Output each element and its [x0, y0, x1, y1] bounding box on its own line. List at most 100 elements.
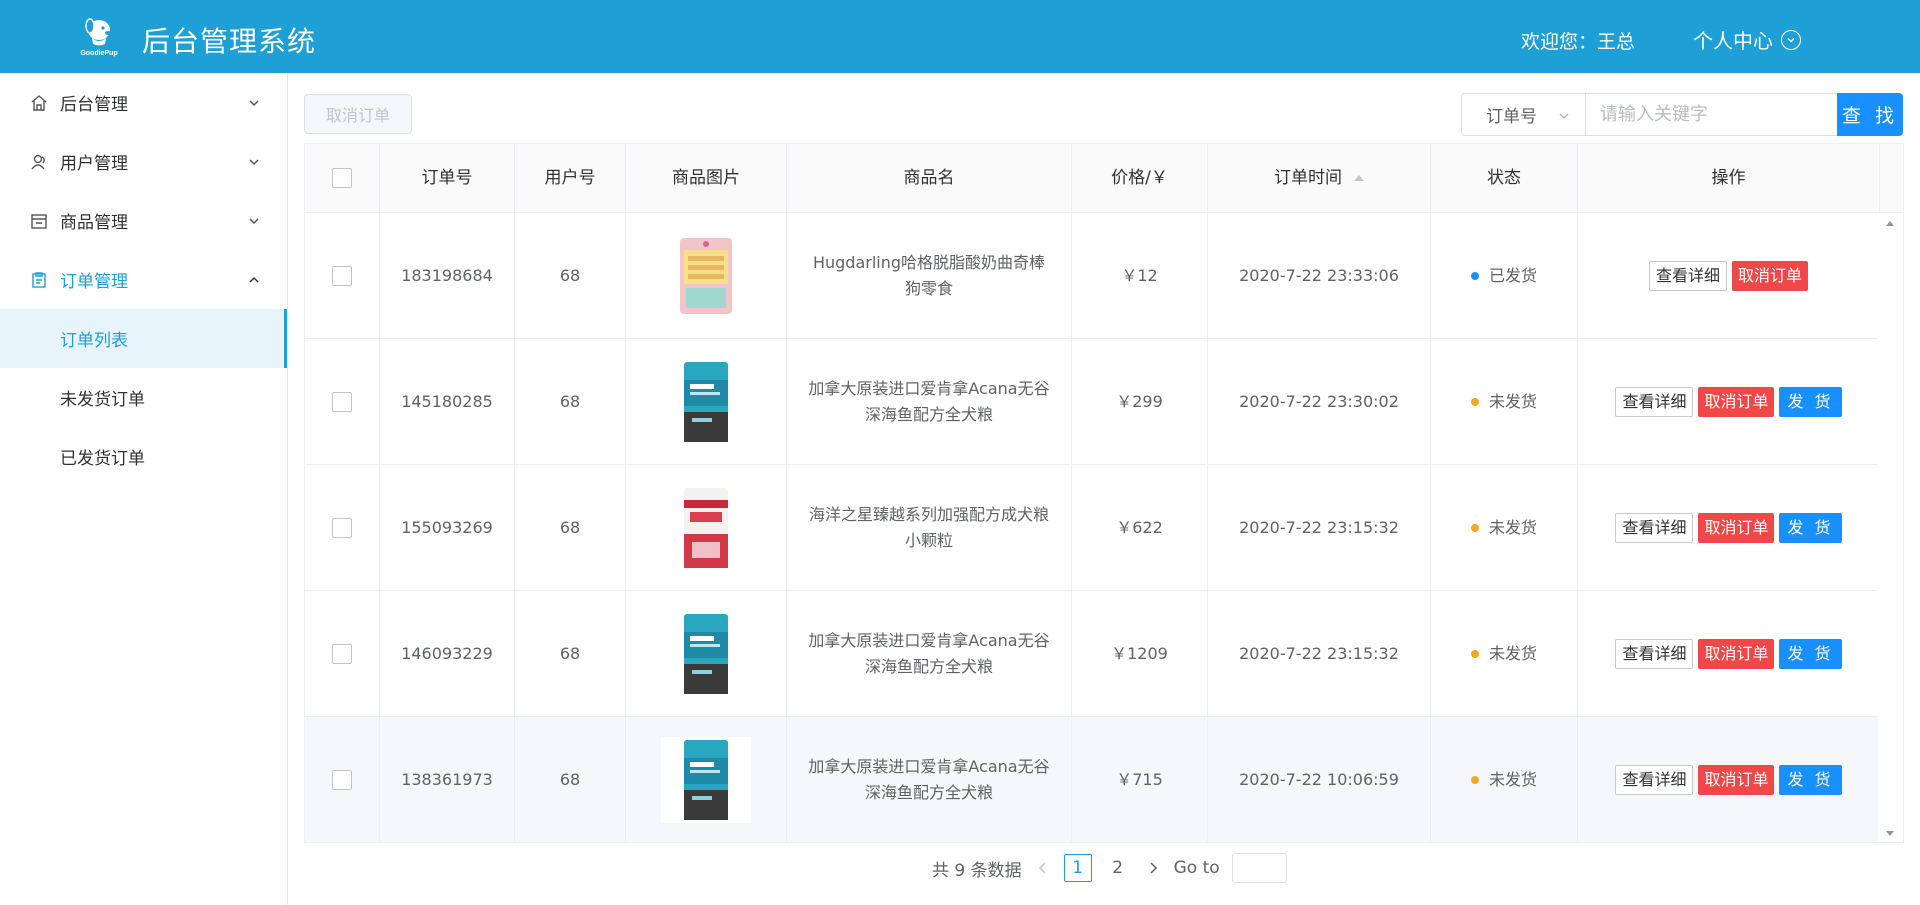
view-detail-button[interactable]: 查看详细: [1615, 386, 1694, 417]
goto-page-input[interactable]: [1231, 853, 1287, 883]
search-button[interactable]: 查 找: [1837, 93, 1903, 136]
column-header-time-label: 订单时间: [1274, 168, 1342, 188]
page-button-1[interactable]: 1: [1063, 854, 1092, 882]
table-row[interactable]: 183198684 68 Hugdarling哈格脱脂酸奶曲奇棒狗零食 ￥12 2020…: [305, 213, 1903, 339]
status-text: 未发货: [1488, 769, 1537, 789]
sidebar-subitem-shipped[interactable]: 已发货订单: [0, 427, 287, 486]
cancel-order-button[interactable]: 取消订单: [1698, 386, 1775, 417]
product-image[interactable]: [661, 359, 751, 445]
cancel-order-button[interactable]: 取消订单: [1698, 512, 1775, 543]
search-field-value: 订单号: [1486, 107, 1537, 127]
actions-cell: 查看详细 取消订单: [1578, 213, 1880, 338]
product-image[interactable]: [661, 485, 751, 571]
row-checkbox[interactable]: [332, 265, 352, 286]
app-title: 后台管理系统: [142, 25, 317, 58]
table-row[interactable]: 145180285 68 加拿大原装进口爱肯拿Acana无谷深海鱼配方全犬粮 ￥299…: [305, 339, 1903, 465]
status-dot-icon: [1470, 271, 1479, 280]
row-select-cell: [305, 717, 380, 842]
next-page-icon[interactable]: [1144, 859, 1162, 877]
user-id-cell: 68: [515, 213, 626, 338]
product-name-cell: 加拿大原装进口爱肯拿Acana无谷深海鱼配方全犬粮: [787, 717, 1072, 842]
product-name-cell: 加拿大原装进口爱肯拿Acana无谷深海鱼配方全犬粮: [787, 339, 1072, 464]
chevron-down-icon: [1781, 29, 1801, 50]
column-header-user-id: 用户号: [515, 144, 626, 212]
price-cell: ￥622: [1072, 465, 1208, 590]
user-id-cell: 68: [515, 465, 626, 590]
status-dot-icon: [1470, 649, 1479, 658]
cancel-order-button[interactable]: 取消订单: [1698, 638, 1775, 669]
sidebar-item-label: 商品管理: [60, 213, 128, 233]
product-name-cell: 海洋之星臻越系列加强配方成犬粮小颗粒: [787, 465, 1072, 590]
user-id-cell: 68: [515, 339, 626, 464]
row-actions: 查看详细 取消订单发 货: [1615, 386, 1842, 417]
sidebar-subitem-unshipped[interactable]: 未发货订单: [0, 368, 287, 427]
column-header-image: 商品图片: [626, 144, 787, 212]
ship-order-button[interactable]: 发 货: [1779, 764, 1842, 795]
row-checkbox[interactable]: [332, 517, 352, 538]
column-header-actions: 操作: [1578, 144, 1880, 212]
sort-ascending-icon[interactable]: [1354, 175, 1364, 181]
batch-cancel-button[interactable]: 取消订单: [304, 94, 412, 134]
product-image[interactable]: [661, 736, 751, 823]
row-checkbox[interactable]: [332, 643, 352, 664]
product-image[interactable]: [661, 233, 751, 319]
scroll-down-icon[interactable]: [1886, 831, 1894, 836]
view-detail-button[interactable]: 查看详细: [1615, 638, 1694, 669]
table-row[interactable]: 138361973 68 加拿大原装进口爱肯拿Acana无谷深海鱼配方全犬粮 ￥715…: [305, 717, 1903, 842]
scroll-up-icon[interactable]: [1886, 221, 1894, 226]
search-field-select[interactable]: 订单号: [1461, 93, 1585, 136]
status-cell: 未发货: [1431, 339, 1578, 464]
row-checkbox[interactable]: [332, 769, 352, 790]
order-time-cell: 2020-7-22 23:33:06: [1208, 213, 1431, 338]
home-icon: [30, 94, 48, 112]
svg-text:GoodiePup: GoodiePup: [80, 50, 117, 57]
table-row[interactable]: 146093229 68 加拿大原装进口爱肯拿Acana无谷深海鱼配方全犬粮 ￥120…: [305, 591, 1903, 717]
order-time-cell: 2020-7-22 23:15:32: [1208, 465, 1431, 590]
table-scrollbar[interactable]: [1878, 213, 1903, 842]
sidebar-subitem-order-list[interactable]: 订单列表: [0, 309, 287, 368]
product-name-cell: Hugdarling哈格脱脂酸奶曲奇棒狗零食: [787, 213, 1072, 338]
row-select-cell: [305, 465, 380, 590]
select-all-checkbox[interactable]: [332, 168, 352, 188]
order-id-cell: 183198684: [380, 213, 515, 338]
ship-order-button[interactable]: 发 货: [1779, 512, 1842, 543]
prev-page-icon[interactable]: [1034, 859, 1052, 877]
ship-order-button[interactable]: 发 货: [1779, 386, 1842, 417]
status-cell: 未发货: [1431, 717, 1578, 842]
row-select-cell: [305, 339, 380, 464]
sidebar-item-label: 后台管理: [60, 95, 128, 115]
column-header-name: 商品名: [787, 144, 1072, 212]
cancel-order-button[interactable]: 取消订单: [1732, 260, 1809, 291]
top-header: GoodiePup 后台管理系统 欢迎您：王总 个人中心: [0, 0, 1920, 73]
column-header-order-id: 订单号: [380, 144, 515, 212]
row-actions: 查看详细 取消订单发 货: [1615, 764, 1842, 795]
profile-menu[interactable]: 个人中心: [1693, 25, 1801, 54]
sidebar-item-products[interactable]: 商品管理: [0, 191, 287, 250]
column-header-price: 价格/￥: [1072, 144, 1208, 212]
column-header-time[interactable]: 订单时间: [1208, 144, 1431, 212]
ship-order-button[interactable]: 发 货: [1779, 638, 1842, 669]
row-checkbox[interactable]: [332, 391, 352, 412]
table-row[interactable]: 155093269 68 海洋之星臻越系列加强配方成犬粮小颗粒 ￥622 2020-7-…: [305, 465, 1903, 591]
price-cell: ￥1209: [1072, 591, 1208, 716]
sidebar-item-label: 订单管理: [60, 272, 128, 292]
search-input[interactable]: [1585, 93, 1837, 136]
page-button-2[interactable]: 2: [1104, 854, 1132, 882]
status-cell: 已发货: [1431, 213, 1578, 338]
view-detail-button[interactable]: 查看详细: [1615, 512, 1694, 543]
cancel-order-button[interactable]: 取消订单: [1698, 764, 1775, 795]
sidebar-item-orders[interactable]: 订单管理: [0, 250, 287, 309]
sidebar-item-dashboard[interactable]: 后台管理: [0, 73, 287, 132]
sidebar-item-users[interactable]: 用户管理: [0, 132, 287, 191]
goodiepup-logo: GoodiePup: [74, 14, 124, 58]
actions-cell: 查看详细 取消订单发 货: [1578, 591, 1880, 716]
actions-cell: 查看详细 取消订单发 货: [1578, 465, 1880, 590]
header-gutter: [1880, 144, 1903, 212]
actions-cell: 查看详细 取消订单发 货: [1578, 339, 1880, 464]
sidebar: 后台管理 用户管理 商品管理 订单管理 订单列表 未发货订单 已发货订单: [0, 73, 288, 905]
actions-cell: 查看详细 取消订单发 货: [1578, 717, 1880, 842]
view-detail-button[interactable]: 查看详细: [1648, 260, 1727, 291]
status-badge: 未发货: [1470, 641, 1537, 667]
product-image[interactable]: [661, 611, 751, 697]
view-detail-button[interactable]: 查看详细: [1615, 764, 1694, 795]
